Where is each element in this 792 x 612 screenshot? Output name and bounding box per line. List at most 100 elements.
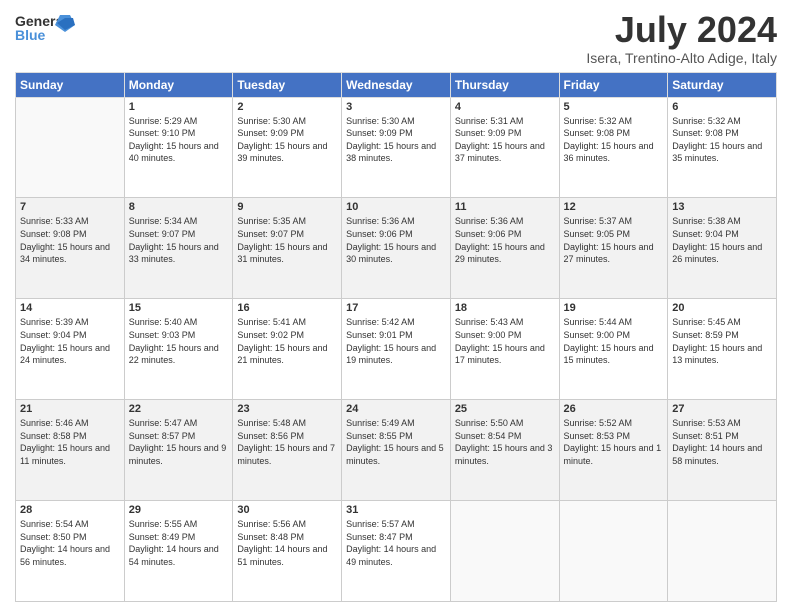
- daylight-text: Daylight: 15 hours and 29 minutes.: [455, 242, 545, 265]
- table-row: 23 Sunrise: 5:48 AM Sunset: 8:56 PM Dayl…: [233, 400, 342, 501]
- calendar-week-row: 21 Sunrise: 5:46 AM Sunset: 8:58 PM Dayl…: [16, 400, 777, 501]
- title-block: July 2024 Isera, Trentino-Alto Adige, It…: [586, 10, 777, 66]
- sunset-text: Sunset: 9:02 PM: [237, 330, 304, 340]
- daylight-text: Daylight: 15 hours and 39 minutes.: [237, 141, 327, 164]
- sunrise-text: Sunrise: 5:53 AM: [672, 418, 741, 428]
- sunrise-text: Sunrise: 5:31 AM: [455, 116, 524, 126]
- day-info: Sunrise: 5:53 AM Sunset: 8:51 PM Dayligh…: [672, 417, 772, 467]
- table-row: [450, 501, 559, 602]
- sunrise-text: Sunrise: 5:32 AM: [564, 116, 633, 126]
- table-row: 29 Sunrise: 5:55 AM Sunset: 8:49 PM Dayl…: [124, 501, 233, 602]
- sunset-text: Sunset: 9:01 PM: [346, 330, 413, 340]
- day-number: 2: [237, 101, 337, 113]
- day-number: 10: [346, 201, 446, 213]
- table-row: 20 Sunrise: 5:45 AM Sunset: 8:59 PM Dayl…: [668, 299, 777, 400]
- logo: General Blue: [15, 10, 75, 59]
- sunset-text: Sunset: 9:06 PM: [455, 229, 522, 239]
- sunrise-text: Sunrise: 5:41 AM: [237, 317, 306, 327]
- location: Isera, Trentino-Alto Adige, Italy: [586, 50, 777, 66]
- sunrise-text: Sunrise: 5:46 AM: [20, 418, 89, 428]
- day-number: 14: [20, 302, 120, 314]
- sunset-text: Sunset: 9:05 PM: [564, 229, 631, 239]
- table-row: 10 Sunrise: 5:36 AM Sunset: 9:06 PM Dayl…: [342, 198, 451, 299]
- sunrise-text: Sunrise: 5:49 AM: [346, 418, 415, 428]
- sunrise-text: Sunrise: 5:38 AM: [672, 216, 741, 226]
- sunrise-text: Sunrise: 5:32 AM: [672, 116, 741, 126]
- day-info: Sunrise: 5:39 AM Sunset: 9:04 PM Dayligh…: [20, 316, 120, 366]
- table-row: 30 Sunrise: 5:56 AM Sunset: 8:48 PM Dayl…: [233, 501, 342, 602]
- day-number: 12: [564, 201, 664, 213]
- day-info: Sunrise: 5:29 AM Sunset: 9:10 PM Dayligh…: [129, 115, 229, 165]
- calendar-week-row: 1 Sunrise: 5:29 AM Sunset: 9:10 PM Dayli…: [16, 97, 777, 198]
- header-monday: Monday: [124, 72, 233, 97]
- day-number: 22: [129, 403, 229, 415]
- sunset-text: Sunset: 9:09 PM: [237, 128, 304, 138]
- day-number: 28: [20, 504, 120, 516]
- daylight-text: Daylight: 14 hours and 51 minutes.: [237, 544, 327, 567]
- days-header-row: Sunday Monday Tuesday Wednesday Thursday…: [16, 72, 777, 97]
- sunrise-text: Sunrise: 5:55 AM: [129, 519, 198, 529]
- table-row: 11 Sunrise: 5:36 AM Sunset: 9:06 PM Dayl…: [450, 198, 559, 299]
- daylight-text: Daylight: 15 hours and 38 minutes.: [346, 141, 436, 164]
- sunrise-text: Sunrise: 5:57 AM: [346, 519, 415, 529]
- day-info: Sunrise: 5:30 AM Sunset: 9:09 PM Dayligh…: [237, 115, 337, 165]
- table-row: 24 Sunrise: 5:49 AM Sunset: 8:55 PM Dayl…: [342, 400, 451, 501]
- day-info: Sunrise: 5:34 AM Sunset: 9:07 PM Dayligh…: [129, 215, 229, 265]
- day-number: 6: [672, 101, 772, 113]
- header-sunday: Sunday: [16, 72, 125, 97]
- sunrise-text: Sunrise: 5:39 AM: [20, 317, 89, 327]
- day-info: Sunrise: 5:56 AM Sunset: 8:48 PM Dayligh…: [237, 518, 337, 568]
- day-number: 20: [672, 302, 772, 314]
- sunset-text: Sunset: 8:56 PM: [237, 431, 304, 441]
- sunrise-text: Sunrise: 5:33 AM: [20, 216, 89, 226]
- day-info: Sunrise: 5:36 AM Sunset: 9:06 PM Dayligh…: [455, 215, 555, 265]
- sunrise-text: Sunrise: 5:43 AM: [455, 317, 524, 327]
- table-row: 17 Sunrise: 5:42 AM Sunset: 9:01 PM Dayl…: [342, 299, 451, 400]
- svg-text:Blue: Blue: [15, 27, 46, 43]
- sunset-text: Sunset: 8:50 PM: [20, 532, 87, 542]
- calendar-week-row: 14 Sunrise: 5:39 AM Sunset: 9:04 PM Dayl…: [16, 299, 777, 400]
- day-info: Sunrise: 5:52 AM Sunset: 8:53 PM Dayligh…: [564, 417, 664, 467]
- sunset-text: Sunset: 9:10 PM: [129, 128, 196, 138]
- sunrise-text: Sunrise: 5:56 AM: [237, 519, 306, 529]
- day-info: Sunrise: 5:49 AM Sunset: 8:55 PM Dayligh…: [346, 417, 446, 467]
- day-info: Sunrise: 5:42 AM Sunset: 9:01 PM Dayligh…: [346, 316, 446, 366]
- sunset-text: Sunset: 8:48 PM: [237, 532, 304, 542]
- table-row: 9 Sunrise: 5:35 AM Sunset: 9:07 PM Dayli…: [233, 198, 342, 299]
- sunset-text: Sunset: 9:00 PM: [564, 330, 631, 340]
- table-row: [668, 501, 777, 602]
- sunset-text: Sunset: 9:06 PM: [346, 229, 413, 239]
- daylight-text: Daylight: 15 hours and 36 minutes.: [564, 141, 654, 164]
- sunset-text: Sunset: 8:49 PM: [129, 532, 196, 542]
- sunset-text: Sunset: 9:08 PM: [564, 128, 631, 138]
- table-row: 21 Sunrise: 5:46 AM Sunset: 8:58 PM Dayl…: [16, 400, 125, 501]
- sunrise-text: Sunrise: 5:30 AM: [237, 116, 306, 126]
- day-number: 3: [346, 101, 446, 113]
- daylight-text: Daylight: 14 hours and 49 minutes.: [346, 544, 436, 567]
- table-row: 28 Sunrise: 5:54 AM Sunset: 8:50 PM Dayl…: [16, 501, 125, 602]
- sunset-text: Sunset: 9:08 PM: [672, 128, 739, 138]
- sunset-text: Sunset: 8:55 PM: [346, 431, 413, 441]
- day-info: Sunrise: 5:50 AM Sunset: 8:54 PM Dayligh…: [455, 417, 555, 467]
- sunrise-text: Sunrise: 5:42 AM: [346, 317, 415, 327]
- day-number: 11: [455, 201, 555, 213]
- daylight-text: Daylight: 14 hours and 56 minutes.: [20, 544, 110, 567]
- day-info: Sunrise: 5:45 AM Sunset: 8:59 PM Dayligh…: [672, 316, 772, 366]
- day-info: Sunrise: 5:32 AM Sunset: 9:08 PM Dayligh…: [672, 115, 772, 165]
- day-number: 19: [564, 302, 664, 314]
- sunset-text: Sunset: 8:47 PM: [346, 532, 413, 542]
- sunset-text: Sunset: 8:53 PM: [564, 431, 631, 441]
- day-info: Sunrise: 5:40 AM Sunset: 9:03 PM Dayligh…: [129, 316, 229, 366]
- day-number: 5: [564, 101, 664, 113]
- daylight-text: Daylight: 14 hours and 54 minutes.: [129, 544, 219, 567]
- header-wednesday: Wednesday: [342, 72, 451, 97]
- sunrise-text: Sunrise: 5:29 AM: [129, 116, 198, 126]
- day-info: Sunrise: 5:32 AM Sunset: 9:08 PM Dayligh…: [564, 115, 664, 165]
- sunset-text: Sunset: 9:04 PM: [672, 229, 739, 239]
- sunrise-text: Sunrise: 5:30 AM: [346, 116, 415, 126]
- day-info: Sunrise: 5:36 AM Sunset: 9:06 PM Dayligh…: [346, 215, 446, 265]
- table-row: 4 Sunrise: 5:31 AM Sunset: 9:09 PM Dayli…: [450, 97, 559, 198]
- sunrise-text: Sunrise: 5:52 AM: [564, 418, 633, 428]
- day-number: 8: [129, 201, 229, 213]
- table-row: 22 Sunrise: 5:47 AM Sunset: 8:57 PM Dayl…: [124, 400, 233, 501]
